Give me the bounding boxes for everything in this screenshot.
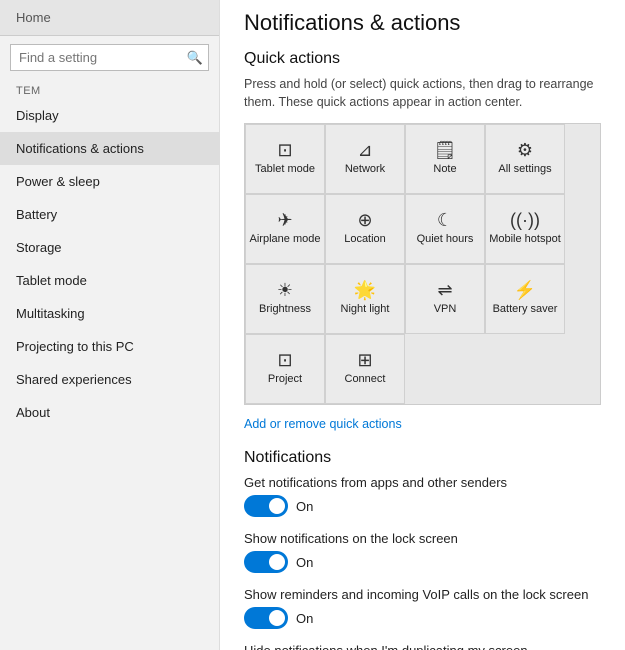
quick-action-label: Location xyxy=(344,233,386,246)
notifications-title: Notifications xyxy=(244,449,601,467)
quick-action-item[interactable]: ((·)) Mobile hotspot xyxy=(485,194,565,264)
search-input[interactable] xyxy=(10,44,209,71)
sidebar-item[interactable]: Tablet mode xyxy=(0,264,219,297)
notifications-items: Get notifications from apps and other se… xyxy=(244,475,601,650)
toggle-row: On xyxy=(244,551,601,573)
toggle-switch[interactable] xyxy=(244,551,288,573)
quick-action-icon: ⊡ xyxy=(277,141,292,159)
sidebar-section-label: tem xyxy=(0,79,219,99)
toggle-knob xyxy=(269,498,285,514)
toggle-row: On xyxy=(244,495,601,517)
quick-action-label: Connect xyxy=(345,373,386,386)
quick-action-item[interactable]: ✈ Airplane mode xyxy=(245,194,325,264)
toggle-switch[interactable] xyxy=(244,607,288,629)
quick-action-icon: 🌟 xyxy=(354,281,376,299)
quick-action-icon: ☾ xyxy=(437,211,453,229)
toggle-label: On xyxy=(296,555,313,570)
quick-action-item[interactable]: ⊡ Tablet mode xyxy=(245,124,325,194)
toggle-knob xyxy=(269,610,285,626)
quick-action-item[interactable]: ⚡ Battery saver xyxy=(485,264,565,334)
quick-action-icon: ⊡ xyxy=(277,351,292,369)
sidebar-home[interactable]: Home xyxy=(0,0,219,36)
toggle-row: On xyxy=(244,607,601,629)
quick-actions-description: Press and hold (or select) quick actions… xyxy=(244,76,601,111)
quick-actions-section: Quick actions Press and hold (or select)… xyxy=(244,50,601,449)
quick-action-label: VPN xyxy=(434,303,457,316)
quick-action-icon: ⊕ xyxy=(357,211,372,229)
notification-row: Show notifications on the lock screen On xyxy=(244,531,601,573)
quick-action-icon: ⊞ xyxy=(357,351,372,369)
quick-action-label: Project xyxy=(268,373,302,386)
quick-action-label: All settings xyxy=(498,163,551,176)
sidebar-item[interactable]: Power & sleep xyxy=(0,165,219,198)
quick-action-item[interactable]: ⊞ Connect xyxy=(325,334,405,404)
quick-action-icon: ⇌ xyxy=(437,281,452,299)
quick-action-icon: ⚡ xyxy=(514,281,536,299)
sidebar-item[interactable]: Projecting to this PC xyxy=(0,330,219,363)
toggle-label: On xyxy=(296,499,313,514)
quick-action-label: Tablet mode xyxy=(255,163,315,176)
quick-actions-grid: ⊡ Tablet mode ⊿ Network 🗒 Note ⚙ All settings ✈ A… xyxy=(244,123,601,405)
quick-action-item[interactable]: 🌟 Night light xyxy=(325,264,405,334)
quick-action-item[interactable]: ⊡ Project xyxy=(245,334,325,404)
notification-row: Get notifications from apps and other se… xyxy=(244,475,601,517)
quick-action-label: Quiet hours xyxy=(417,233,474,246)
quick-action-label: Network xyxy=(345,163,385,176)
main-content: Notifications & actions Quick actions Pr… xyxy=(220,0,625,650)
toggle-knob xyxy=(269,554,285,570)
sidebar: Home 🔍 tem DisplayNotifications & action… xyxy=(0,0,220,650)
search-box: 🔍 xyxy=(10,44,209,71)
sidebar-item[interactable]: Multitasking xyxy=(0,297,219,330)
quick-action-icon: ⊿ xyxy=(357,141,372,159)
sidebar-item[interactable]: Shared experiences xyxy=(0,363,219,396)
notification-label: Hide notifications when I'm duplicating … xyxy=(244,643,601,650)
quick-action-label: Airplane mode xyxy=(250,233,321,246)
quick-actions-title: Quick actions xyxy=(244,50,601,68)
search-icon: 🔍 xyxy=(187,50,203,66)
quick-action-icon: ((·)) xyxy=(510,211,540,229)
quick-action-item[interactable]: ⊕ Location xyxy=(325,194,405,264)
quick-action-icon: ☀ xyxy=(277,281,293,299)
quick-action-item[interactable]: ☾ Quiet hours xyxy=(405,194,485,264)
sidebar-item[interactable]: Battery xyxy=(0,198,219,231)
add-remove-link[interactable]: Add or remove quick actions xyxy=(244,417,402,431)
quick-action-item[interactable]: ☀ Brightness xyxy=(245,264,325,334)
quick-action-item[interactable]: ⇌ VPN xyxy=(405,264,485,334)
quick-action-label: Mobile hotspot xyxy=(489,233,561,246)
page-title: Notifications & actions xyxy=(244,10,601,36)
notification-label: Show reminders and incoming VoIP calls o… xyxy=(244,587,601,602)
toggle-label: On xyxy=(296,611,313,626)
quick-action-label: Note xyxy=(433,163,456,176)
quick-action-icon: ⚙ xyxy=(517,141,533,159)
quick-action-label: Night light xyxy=(341,303,390,316)
quick-action-icon: ✈ xyxy=(277,211,292,229)
quick-action-item[interactable]: ⚙ All settings xyxy=(485,124,565,194)
sidebar-item[interactable]: About xyxy=(0,396,219,429)
sidebar-item[interactable]: Display xyxy=(0,99,219,132)
notifications-section: Notifications Get notifications from app… xyxy=(244,449,601,650)
notification-row: Hide notifications when I'm duplicating … xyxy=(244,643,601,650)
notification-label: Get notifications from apps and other se… xyxy=(244,475,601,490)
quick-action-label: Brightness xyxy=(259,303,311,316)
quick-action-item[interactable]: 🗒 Note xyxy=(405,124,485,194)
toggle-switch[interactable] xyxy=(244,495,288,517)
quick-action-icon: 🗒 xyxy=(434,141,457,159)
sidebar-items: DisplayNotifications & actionsPower & sl… xyxy=(0,99,219,429)
sidebar-item[interactable]: Storage xyxy=(0,231,219,264)
quick-action-label: Battery saver xyxy=(493,303,558,316)
notification-row: Show reminders and incoming VoIP calls o… xyxy=(244,587,601,629)
quick-action-item[interactable]: ⊿ Network xyxy=(325,124,405,194)
sidebar-item[interactable]: Notifications & actions xyxy=(0,132,219,165)
notification-label: Show notifications on the lock screen xyxy=(244,531,601,546)
